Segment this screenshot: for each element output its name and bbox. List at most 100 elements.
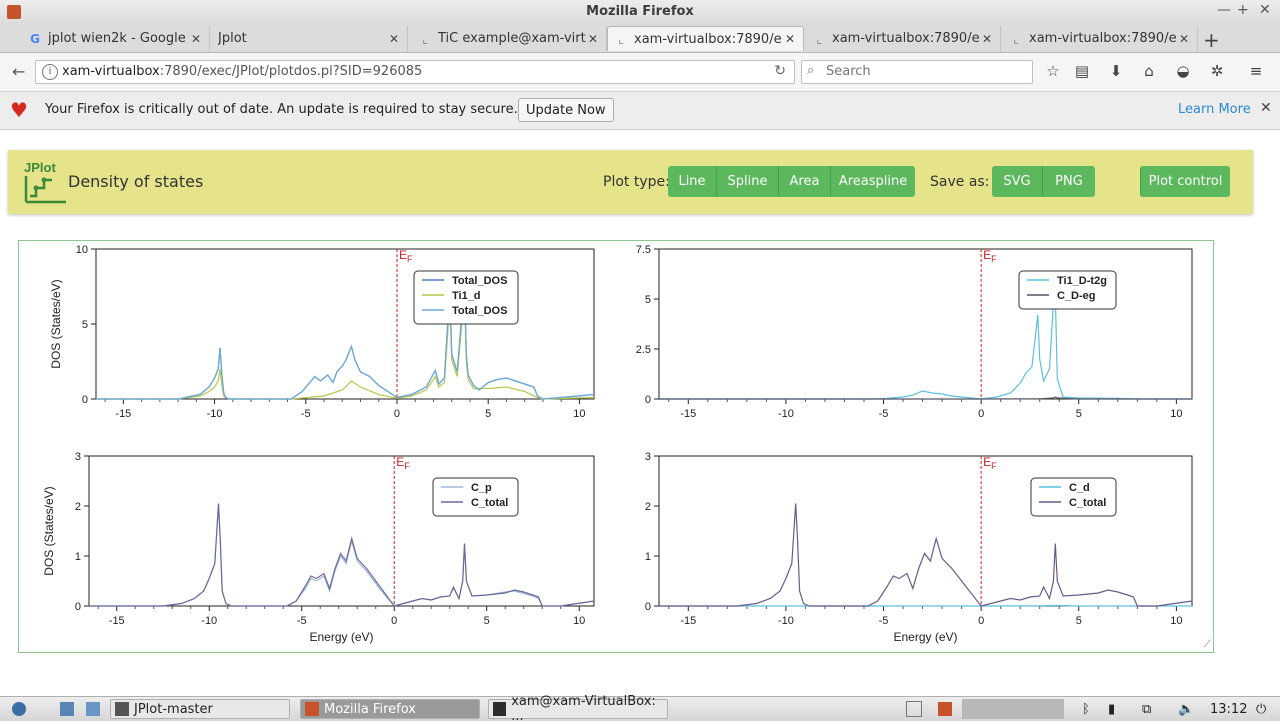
bluetooth-icon[interactable]: ᛒ: [1078, 699, 1094, 719]
x-tick-label: -5: [879, 408, 889, 420]
learn-more-link[interactable]: Learn More: [1178, 102, 1251, 117]
plot-control-button[interactable]: Plot control: [1140, 166, 1230, 197]
taskbar-item-firefox[interactable]: Mozilla Firefox: [300, 699, 480, 719]
x-tick-label: -5: [301, 408, 311, 420]
close-tab-icon[interactable]: ✕: [783, 32, 797, 46]
close-notification-icon[interactable]: ✕: [1260, 100, 1272, 116]
x-tick-label: -15: [680, 408, 696, 420]
tab-xam-virtualbox[interactable]: ⌞ xam-virtualbox:7890/e ✕: [806, 26, 1001, 51]
firefox-tray-icon[interactable]: [934, 699, 961, 719]
series-line: [96, 281, 595, 400]
plot-area: -15 -10 -5 0 5 10 0 5 10 DOS (States/eV) EF Total_D…: [18, 240, 1214, 653]
y-axis-label: DOS (States/eV): [49, 279, 63, 368]
jplot-icon: ⌞: [618, 32, 624, 46]
folder-icon: [115, 702, 129, 716]
fermi-label: EF: [399, 248, 413, 264]
minimize-icon[interactable]: —: [1217, 2, 1231, 18]
fermi-label: EF: [983, 248, 997, 264]
tab-xam-virtualbox[interactable]: ⌞ xam-virtualbox:7890/e ✕: [1003, 26, 1198, 51]
close-tab-icon[interactable]: ✕: [1177, 32, 1191, 46]
tab-bar: G jplot wien2k - Google S ✕ Jplot ✕ ⌞ Ti…: [0, 24, 1280, 53]
home-icon[interactable]: ⌂: [1139, 62, 1159, 80]
start-menu-icon[interactable]: [8, 699, 35, 719]
x-tick-label: -10: [778, 615, 794, 627]
clock: 13:12: [1210, 701, 1248, 717]
y-tick-label: 5: [82, 319, 88, 331]
taskbar: JPlot-master Mozilla Firefox xam@xam-Vir…: [0, 694, 1280, 724]
legend-label: C_d: [1069, 482, 1090, 494]
legend-label: Ti1_D-t2g: [1057, 275, 1107, 287]
legend-label: Ti1_d: [452, 290, 481, 302]
workspace-switcher[interactable]: [962, 699, 1064, 719]
update-now-button[interactable]: Update Now: [518, 98, 614, 122]
plot-type-areaspline-button[interactable]: Areaspline: [830, 166, 915, 197]
y-tick-label: 7.5: [636, 244, 651, 256]
window-list-icon[interactable]: [902, 699, 931, 719]
y-axis-label: DOS (States/eV): [42, 486, 56, 575]
new-tab-button[interactable]: +: [1203, 28, 1220, 52]
fermi-label: EF: [983, 455, 997, 471]
download-icon[interactable]: ⬇: [1106, 62, 1126, 80]
y-tick-label: 0: [645, 394, 651, 406]
tab-google-search[interactable]: G jplot wien2k - Google S ✕: [22, 26, 210, 51]
file-manager-icon[interactable]: [82, 699, 109, 719]
tab-jplot[interactable]: Jplot ✕: [212, 26, 408, 51]
tab-active-plotdos[interactable]: ⌞ xam-virtualbox:7890/e ✕: [607, 26, 804, 51]
x-tick-label: 0: [394, 408, 400, 420]
show-desktop-icon[interactable]: [56, 699, 83, 719]
back-arrow-icon[interactable]: ←: [12, 62, 25, 81]
y-tick-label: 3: [645, 451, 651, 463]
save-svg-button[interactable]: SVG: [992, 166, 1042, 197]
series-line: [659, 503, 1193, 607]
maximize-icon[interactable]: +: [1237, 2, 1249, 18]
search-box[interactable]: ⌕: [801, 60, 1033, 84]
bookmark-star-icon[interactable]: ☆: [1043, 62, 1063, 80]
battery-icon[interactable]: ▮: [1104, 699, 1119, 719]
save-png-button[interactable]: PNG: [1042, 166, 1095, 197]
close-window-icon[interactable]: ✕: [1259, 2, 1271, 18]
close-tab-icon[interactable]: ✕: [980, 32, 994, 46]
x-tick-label: -15: [109, 615, 125, 627]
x-tick-label: 0: [978, 615, 984, 627]
jplot-icon: ⌞: [422, 31, 428, 46]
y-tick-label: 2: [75, 501, 81, 513]
reload-icon[interactable]: ↻: [774, 63, 786, 79]
network-icon[interactable]: ⧉: [1138, 699, 1155, 719]
extensions-icon[interactable]: ✲: [1207, 62, 1227, 80]
plot-type-line-button[interactable]: Line: [668, 166, 716, 197]
pocket-icon[interactable]: ◒: [1173, 62, 1193, 80]
tab-tic-example[interactable]: ⌞ TiC example@xam-virt ✕: [412, 26, 607, 51]
plot-type-area-button[interactable]: Area: [778, 166, 830, 197]
series-line: [96, 281, 595, 400]
window-title: Mozilla Firefox: [586, 4, 694, 19]
y-tick-label: 5: [645, 294, 651, 306]
site-info-icon[interactable]: i: [42, 64, 58, 80]
taskbar-item-jplot-master[interactable]: JPlot-master: [110, 699, 290, 719]
series-line: [659, 294, 1192, 400]
close-tab-icon[interactable]: ✕: [387, 32, 401, 46]
y-tick-label: 2.5: [636, 344, 651, 356]
resize-handle-icon[interactable]: ⟋: [1204, 639, 1211, 650]
x-tick-label: 5: [485, 408, 491, 420]
x-tick-label: 0: [978, 408, 984, 420]
y-tick-label: 2: [645, 501, 651, 513]
url-bar[interactable]: i xam-virtualbox:7890/exec/JPlot/plotdos…: [35, 60, 795, 84]
volume-icon[interactable]: 🔈: [1174, 699, 1198, 719]
x-tick-label: -15: [115, 408, 131, 420]
search-input[interactable]: [824, 63, 1028, 80]
x-tick-label: 10: [1170, 408, 1182, 420]
close-tab-icon[interactable]: ✕: [189, 32, 203, 46]
url-text[interactable]: xam-virtualbox:7890/exec/JPlot/plotdos.p…: [62, 64, 422, 79]
plot-frame: [95, 248, 595, 400]
jplot-icon: ⌞: [816, 31, 822, 46]
series-line: [96, 293, 595, 400]
power-icon[interactable]: ⏻: [1252, 699, 1270, 719]
plot-type-spline-button[interactable]: Spline: [716, 166, 778, 197]
reading-list-icon[interactable]: ▤: [1072, 62, 1092, 80]
hamburger-menu-icon[interactable]: ≡: [1246, 62, 1266, 80]
close-tab-icon[interactable]: ✕: [586, 32, 600, 46]
heart-warning-icon: ♥: [10, 98, 28, 122]
jplot-icon: ⌞: [1013, 31, 1019, 46]
jplot-header: JPlot Density of states Plot type: Line …: [8, 150, 1253, 214]
taskbar-item-terminal[interactable]: xam@xam-VirtualBox: ...: [488, 694, 668, 724]
